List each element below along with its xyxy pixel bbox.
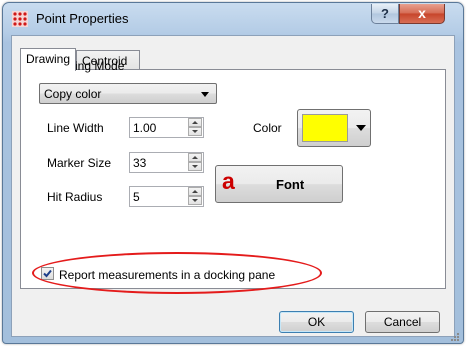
help-button[interactable]: ? xyxy=(371,4,399,24)
marker-size-value: 33 xyxy=(133,156,147,170)
arrow-down-icon xyxy=(192,199,198,202)
red-highlight-ellipse xyxy=(32,252,322,294)
line-width-stepper[interactable]: 1.00 xyxy=(129,117,204,138)
color-swatch xyxy=(302,114,348,142)
close-button[interactable]: x xyxy=(399,4,445,24)
resize-grip-icon[interactable] xyxy=(449,331,459,341)
hit-radius-stepper[interactable]: 5 xyxy=(129,186,204,207)
marker-size-spin-buttons xyxy=(188,153,203,172)
line-width-label: Line Width xyxy=(47,121,104,135)
tab-drawing[interactable]: Drawing xyxy=(20,48,76,71)
font-icon: a xyxy=(222,168,235,194)
color-label: Color xyxy=(253,121,282,135)
ok-button[interactable]: OK xyxy=(279,311,354,333)
line-width-spin-buttons xyxy=(188,118,203,137)
line-width-up-button[interactable] xyxy=(188,118,202,127)
marker-size-up-button[interactable] xyxy=(188,153,202,162)
hit-radius-label: Hit Radius xyxy=(47,190,103,204)
color-picker-button[interactable] xyxy=(297,109,371,147)
hit-radius-down-button[interactable] xyxy=(188,196,202,205)
window-title: Point Properties xyxy=(36,11,129,26)
title-bar[interactable]: Point Properties ? x xyxy=(3,3,463,35)
help-icon: ? xyxy=(381,6,389,21)
hit-radius-up-button[interactable] xyxy=(188,187,202,196)
dialog-window: Point Properties ? x Drawing Centroid Dr… xyxy=(2,2,464,344)
marker-size-label: Marker Size xyxy=(47,156,112,170)
drawing-mode-value: Copy color xyxy=(44,87,102,101)
hit-radius-spin-buttons xyxy=(188,187,203,206)
arrow-up-icon xyxy=(192,121,198,124)
drawing-mode-select[interactable]: Copy color xyxy=(39,83,217,104)
hit-radius-value: 5 xyxy=(133,190,140,204)
font-button-label: Font xyxy=(276,177,305,192)
cancel-button[interactable]: Cancel xyxy=(365,311,440,333)
marker-size-down-button[interactable] xyxy=(188,162,202,171)
arrow-down-icon xyxy=(192,130,198,133)
arrow-down-icon xyxy=(192,165,198,168)
arrow-up-icon xyxy=(192,156,198,159)
chevron-down-icon xyxy=(356,125,366,131)
grid-points-icon xyxy=(12,11,28,27)
arrow-up-icon xyxy=(192,190,198,193)
chevron-down-icon xyxy=(201,92,209,97)
line-width-value: 1.00 xyxy=(133,121,157,135)
line-width-down-button[interactable] xyxy=(188,127,202,136)
marker-size-stepper[interactable]: 33 xyxy=(129,152,204,173)
close-icon: x xyxy=(418,5,426,21)
font-button[interactable]: a Font xyxy=(215,165,343,203)
